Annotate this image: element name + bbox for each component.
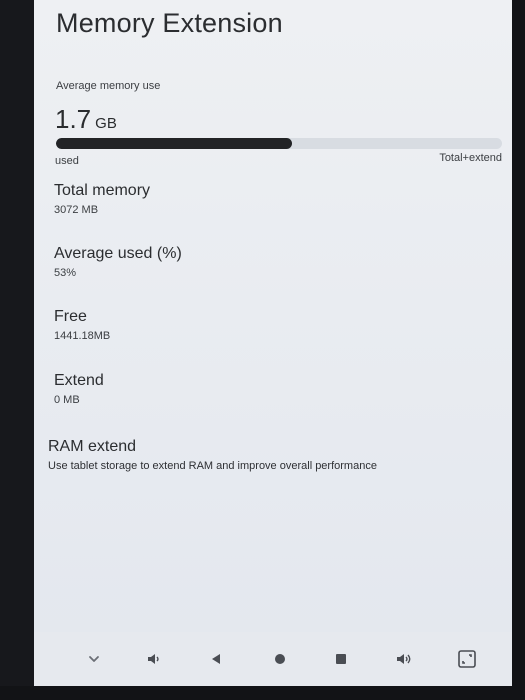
average-memory-number: 1.7	[55, 104, 92, 134]
average-used-title: Average used (%)	[54, 245, 182, 262]
total-memory-item[interactable]: Total memory 3072 MB	[54, 182, 150, 216]
progress-total-label: Total+extend	[439, 152, 502, 164]
home-icon[interactable]	[267, 646, 293, 672]
device-edge-bottom	[0, 686, 525, 700]
extend-item[interactable]: Extend 0 MB	[54, 372, 104, 406]
average-memory-label: Average memory use	[56, 80, 161, 92]
progress-used-label: used	[55, 155, 79, 167]
ram-extend-description: Use tablet storage to extend RAM and imp…	[48, 460, 377, 472]
total-memory-title: Total memory	[54, 182, 151, 199]
device-edge-right	[512, 0, 525, 700]
volume-down-icon[interactable]	[141, 646, 167, 672]
page-title: Memory Extension	[56, 8, 283, 38]
recents-icon[interactable]	[328, 646, 354, 672]
average-memory-unit: GB	[95, 115, 117, 132]
ram-extend-title: RAM extend	[48, 438, 137, 455]
screen: Memory Extension Average memory use 1.7 G…	[34, 0, 512, 686]
extend-title: Extend	[54, 372, 104, 389]
device-frame: Memory Extension Average memory use 1.7 G…	[0, 0, 525, 700]
navigation-bar	[34, 632, 512, 686]
free-memory-item[interactable]: Free 1441.18MB	[54, 308, 110, 342]
chevron-down-icon[interactable]	[81, 646, 107, 672]
free-memory-title: Free	[54, 308, 87, 325]
average-memory-value: 1.7 GB	[55, 104, 117, 135]
back-icon[interactable]	[203, 646, 229, 672]
memory-usage-bar-fill	[56, 138, 293, 149]
free-memory-value: 1441.18MB	[54, 330, 111, 342]
ram-extend-item[interactable]: RAM extend Use tablet storage to extend …	[48, 438, 488, 472]
volume-up-icon[interactable]	[391, 646, 417, 672]
memory-usage-bar	[56, 138, 502, 149]
average-used-value: 53%	[54, 267, 77, 279]
average-used-item[interactable]: Average used (%) 53%	[54, 245, 182, 279]
screenshot-icon[interactable]	[454, 646, 480, 672]
total-memory-value: 3072 MB	[54, 204, 99, 216]
extend-value: 0 MB	[54, 394, 80, 406]
